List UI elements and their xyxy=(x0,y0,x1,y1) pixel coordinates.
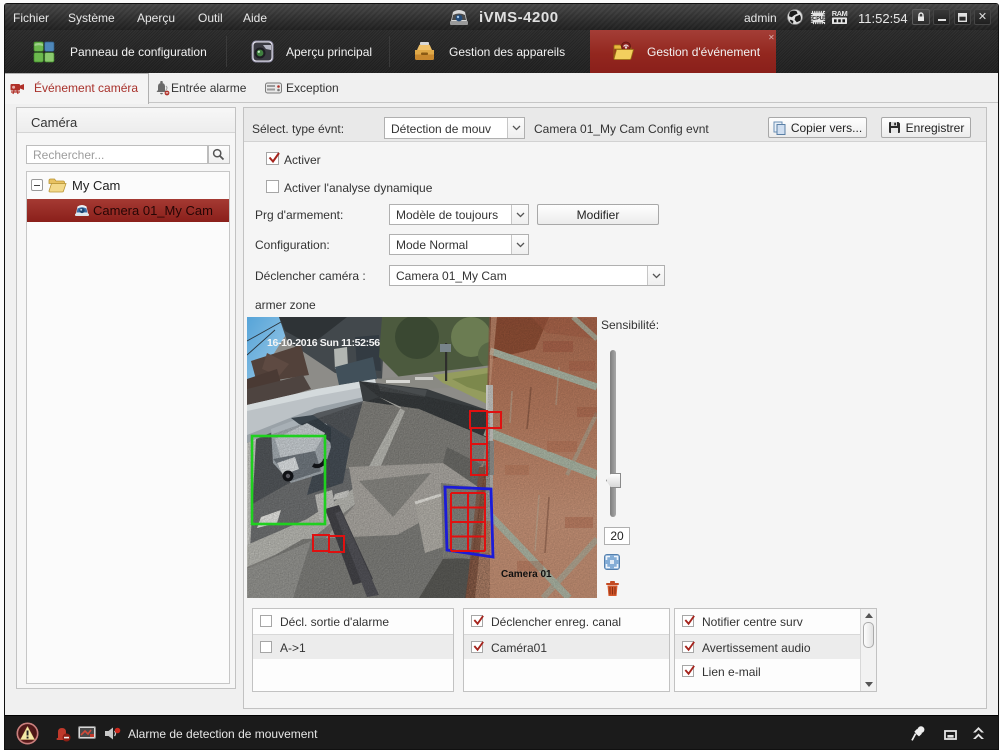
svg-text:CPU: CPU xyxy=(812,16,823,22)
svg-text:Camera 01: Camera 01 xyxy=(501,569,552,580)
svg-text:RAM: RAM xyxy=(832,9,848,18)
svg-text:16-10-2016 Sun 11:52:56: 16-10-2016 Sun 11:52:56 xyxy=(267,337,380,349)
